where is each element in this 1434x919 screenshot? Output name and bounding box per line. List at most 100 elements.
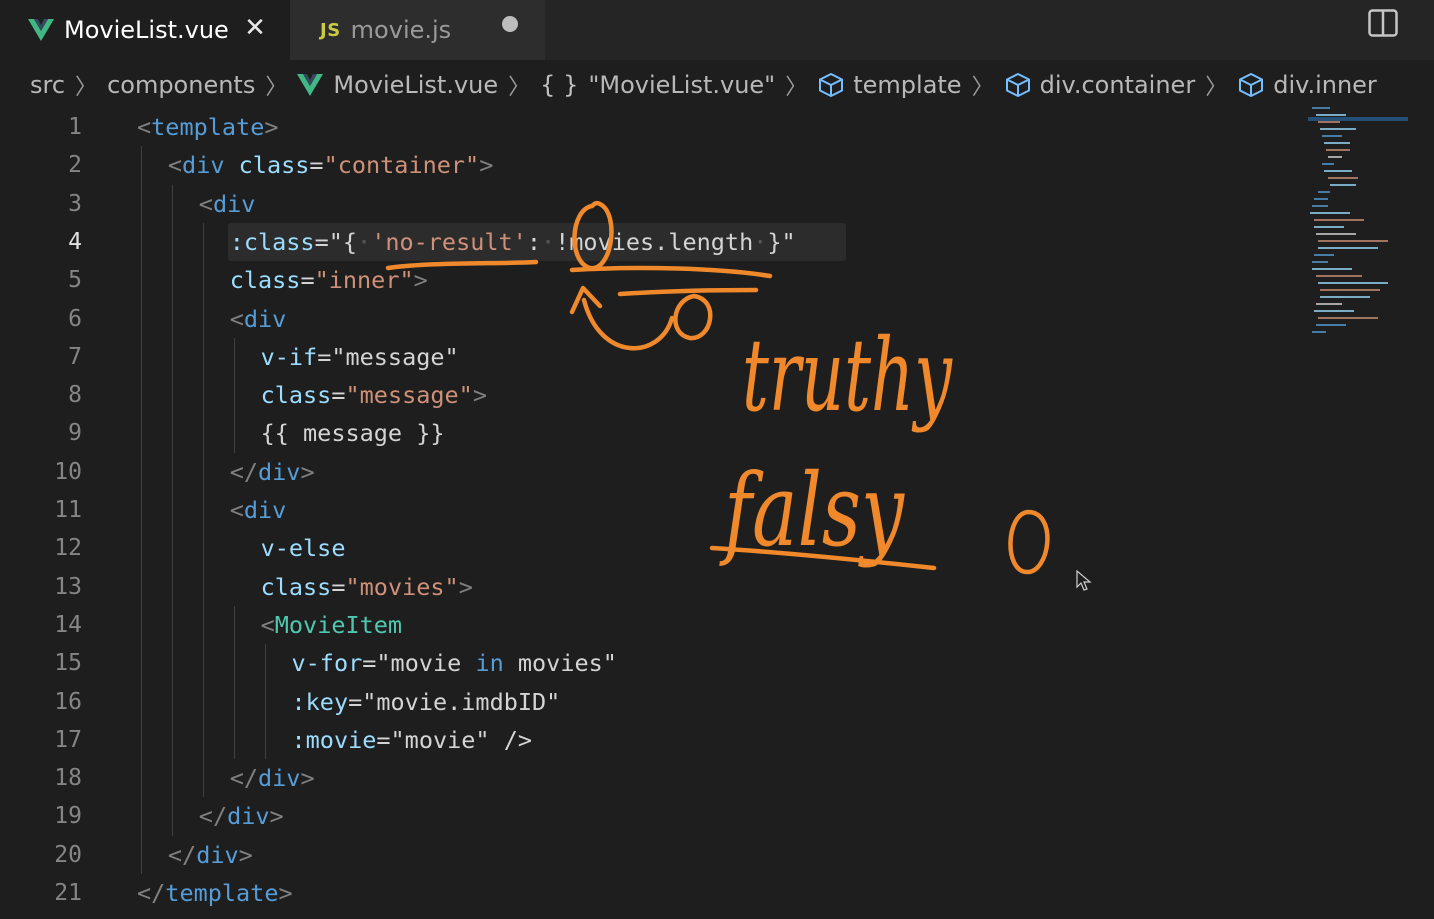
code-token: </ xyxy=(198,802,228,831)
code-token: div xyxy=(243,496,287,524)
code-text: </div> xyxy=(168,841,253,869)
breadcrumb-div-inner-label: div.inner xyxy=(1273,71,1377,99)
code-token: {{ message }} xyxy=(260,419,445,448)
code-token: > xyxy=(300,457,315,486)
breadcrumb-file[interactable]: MovieList.vue xyxy=(297,71,498,99)
minimap-line xyxy=(1330,184,1356,186)
code-line[interactable]: 14 <MovieItem xyxy=(0,606,1300,644)
code-token: :key xyxy=(291,687,349,716)
code-line[interactable]: 20 </div> xyxy=(0,836,1300,874)
chevron-right-icon: 〉 xyxy=(75,75,98,100)
minimap-line xyxy=(1318,282,1388,284)
code-line[interactable]: 16:key="movie.imdbID" xyxy=(0,683,1300,721)
minimap-line xyxy=(1312,331,1326,333)
line-number: 7 xyxy=(68,343,82,370)
code-token: < xyxy=(198,189,213,218)
code-token: > xyxy=(300,764,315,793)
unsaved-dot-icon[interactable] xyxy=(502,16,518,32)
breadcrumb-div-container[interactable]: div.container xyxy=(1004,71,1195,99)
chevron-right-icon: 〉 xyxy=(265,75,288,100)
code-token: div xyxy=(257,764,301,793)
code-line[interactable]: 6 <div xyxy=(0,300,1300,338)
code-line[interactable]: 2 <div class="container"> xyxy=(0,146,1300,184)
code-line[interactable]: 8 class="message"> xyxy=(0,376,1300,414)
code-text: class="movies"> xyxy=(261,573,473,601)
code-token: :class xyxy=(229,227,315,256)
code-line[interactable]: 21 </template> xyxy=(0,874,1300,912)
code-text: </template> xyxy=(137,879,293,907)
code-token: in xyxy=(475,649,504,678)
minimap-line xyxy=(1324,170,1352,172)
minimap-highlight xyxy=(1308,117,1408,121)
breadcrumb-components[interactable]: components xyxy=(107,71,255,99)
code-token: class xyxy=(260,572,332,601)
code-text: :key="movie.imdbID" xyxy=(292,688,561,716)
code-token: < xyxy=(137,113,152,141)
code-line[interactable]: 3 <div xyxy=(0,185,1300,223)
line-number: 11 xyxy=(54,497,82,523)
minimap-line xyxy=(1312,205,1328,207)
code-text: </div> xyxy=(230,458,315,486)
code-text: <MovieItem xyxy=(261,611,403,639)
chevron-right-icon: 〉 xyxy=(1205,75,1228,100)
code-editor[interactable]: 1 <template> 2 <div class="container"> 3 <div… xyxy=(0,107,1300,919)
code-token: ="movie xyxy=(362,649,476,678)
code-token: · xyxy=(753,227,768,256)
line-number: 13 xyxy=(54,573,82,600)
code-line[interactable]: 7 v-if="message" xyxy=(0,338,1300,376)
code-token: > xyxy=(458,572,473,601)
line-number: 9 xyxy=(68,420,82,447)
code-token: !movies.length xyxy=(555,227,754,256)
minimap-line xyxy=(1316,114,1346,116)
code-line[interactable]: 18 </div> xyxy=(0,759,1300,797)
code-text: </div> xyxy=(199,802,284,830)
minimap-line xyxy=(1320,289,1380,291)
code-token: </ xyxy=(137,879,166,907)
close-icon[interactable]: ✕ xyxy=(241,14,269,42)
code-line[interactable]: 9 {{ message }} xyxy=(0,414,1300,452)
code-line[interactable]: 10 </div> xyxy=(0,453,1300,491)
breadcrumb-module[interactable]: { } "MovieList.vue" xyxy=(540,71,775,99)
code-token: template xyxy=(165,879,279,907)
code-line[interactable]: 19 </div> xyxy=(0,797,1300,835)
code-line[interactable]: 15 v-for="movie in movies" xyxy=(0,644,1300,682)
code-line[interactable]: 4:class="{·'no-result':·!movies.length·}… xyxy=(0,223,1300,261)
code-token: ="message" xyxy=(317,342,459,371)
code-token: class xyxy=(238,151,310,180)
code-line[interactable]: 1 <template> xyxy=(0,108,1300,146)
minimap-line xyxy=(1316,303,1342,305)
code-token: > xyxy=(269,802,284,831)
minimap-line xyxy=(1320,296,1370,298)
code-line[interactable]: 12 v-else xyxy=(0,529,1300,567)
code-text: v-else xyxy=(261,534,346,562)
cube-icon xyxy=(819,73,844,97)
code-token: :movie xyxy=(291,725,377,754)
breadcrumb-template[interactable]: template xyxy=(817,71,962,99)
code-line[interactable]: 5 class="inner"> xyxy=(0,261,1300,299)
code-line[interactable]: 17:movie="movie" /> xyxy=(0,721,1300,759)
code-text: <template> xyxy=(137,113,279,141)
minimap[interactable] xyxy=(1308,105,1418,345)
line-number: 17 xyxy=(54,726,82,753)
code-line[interactable]: 11 <div xyxy=(0,491,1300,529)
line-number: 8 xyxy=(68,382,82,409)
breadcrumb-div-inner[interactable]: div.inner xyxy=(1237,71,1377,99)
code-line[interactable]: 13 class="movies"> xyxy=(0,568,1300,606)
code-token: > xyxy=(472,381,487,410)
code-token: > xyxy=(413,266,428,295)
code-token: "message" xyxy=(345,381,473,410)
minimap-line xyxy=(1316,233,1356,235)
breadcrumb-src[interactable]: src xyxy=(30,71,65,99)
breadcrumb: src 〉 components 〉 MovieList.vue 〉 { } "… xyxy=(30,64,1377,106)
code-token: </ xyxy=(229,457,258,486)
code-token: > xyxy=(264,113,279,141)
line-number: 4 xyxy=(68,228,82,255)
code-token: div xyxy=(243,304,287,333)
minimap-line xyxy=(1312,261,1328,263)
code-token: = xyxy=(309,151,324,180)
chevron-right-icon: 〉 xyxy=(971,75,994,100)
code-token: template xyxy=(151,113,265,141)
code-token: "container" xyxy=(323,151,480,180)
split-editor-icon[interactable] xyxy=(1368,9,1398,37)
code-token: </ xyxy=(167,840,197,869)
